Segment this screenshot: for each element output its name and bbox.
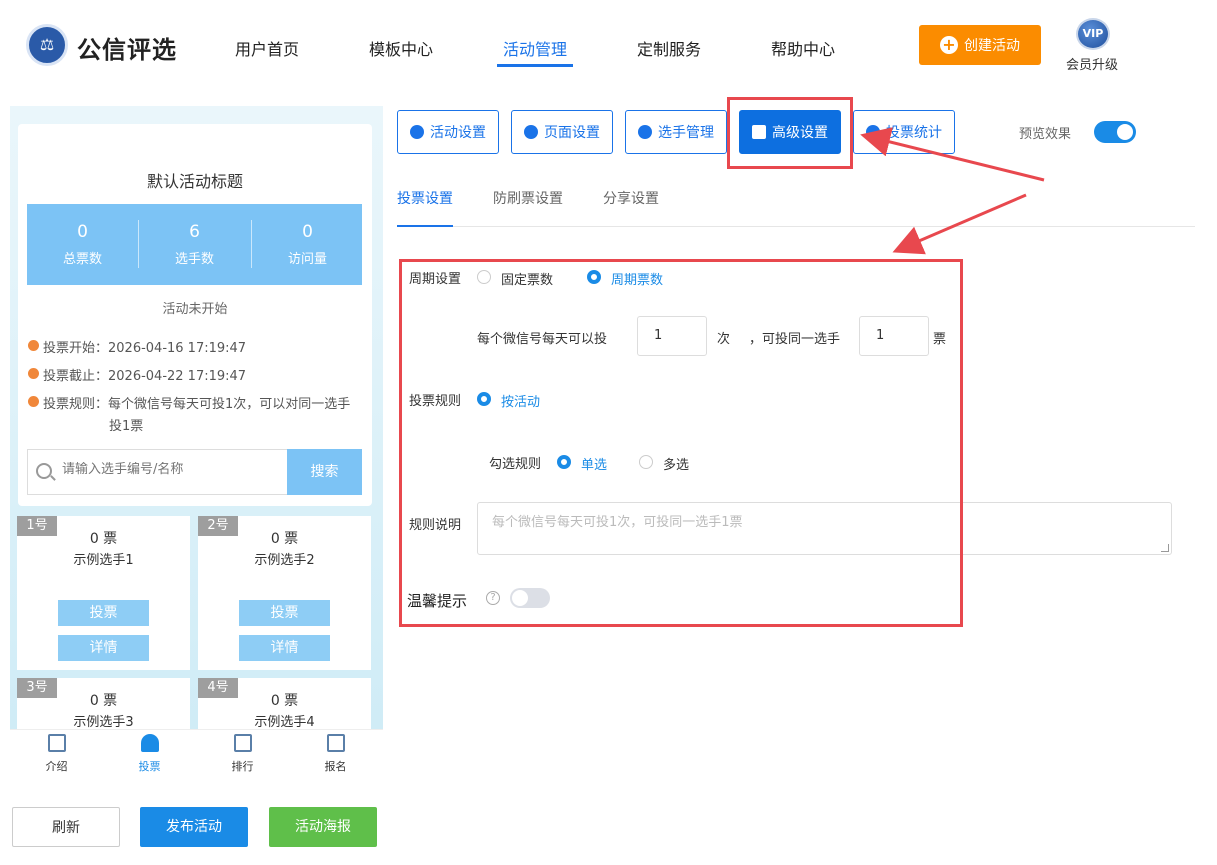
bottom-nav-signup[interactable]: 报名 (289, 734, 382, 774)
detail-button[interactable]: 详情 (58, 635, 149, 661)
bar-chart-icon (866, 125, 880, 139)
tab-vote-statistics[interactable]: 投票统计 (853, 110, 955, 154)
top-header: ⚖ 公信评选 用户首页 模板中心 活动管理 定制服务 帮助中心 + 创建活动 V… (0, 0, 1217, 92)
activity-poster-button[interactable]: 活动海报 (269, 807, 377, 847)
vote-rule-text: 投票规则：每个微信号每天可投1次，可以对同一选手 (28, 393, 350, 412)
player-name: 示例选手4 (254, 715, 315, 730)
nav-templates[interactable]: 模板中心 (369, 36, 433, 60)
plus-circle-icon: + (940, 36, 958, 54)
nav-help-center[interactable]: 帮助中心 (771, 36, 835, 60)
subtab-divider (397, 226, 1195, 227)
player-name: 示例选手1 (73, 553, 134, 568)
mobile-preview: 默认活动标题 0 总票数 6 选手数 0 访问量 活动未开始 投票开始：2026-04… (10, 106, 383, 786)
stat-player-count: 6 选手数 (174, 222, 214, 267)
subtab-vote-settings[interactable]: 投票设置 (397, 188, 453, 208)
refresh-button[interactable]: 刷新 (12, 807, 120, 847)
vip-badge-icon[interactable]: VIP (1076, 18, 1110, 50)
users-icon (638, 125, 652, 139)
annotation-arrow-to-form (892, 193, 1027, 255)
create-activity-button[interactable]: + 创建活动 (919, 25, 1041, 65)
player-votes: 0 票 (89, 693, 118, 709)
search-icon (36, 463, 52, 479)
player-search-input[interactable] (62, 462, 282, 477)
player-card-1: 1号 0 票 示例选手1 投票 详情 (17, 516, 190, 670)
player-votes: 0 票 (270, 693, 299, 709)
info-icon (28, 396, 39, 407)
player-search-box[interactable] (27, 449, 287, 495)
nav-home[interactable]: 用户首页 (235, 36, 299, 60)
id-card-icon (326, 734, 345, 752)
clock-icon (28, 340, 39, 351)
subtab-share-settings[interactable]: 分享设置 (603, 188, 659, 208)
preview-bottom-nav: 介绍 投票 排行 报名 (10, 729, 383, 787)
stats-bar: 0 总票数 6 选手数 0 访问量 (27, 204, 362, 285)
preview-effect-label: 预览效果 (1019, 127, 1072, 142)
tab-player-management[interactable]: 选手管理 (625, 110, 727, 154)
tab-page-settings[interactable]: 页面设置 (511, 110, 613, 154)
vote-start-time: 投票开始：2026-04-16 17:19:47 (28, 337, 246, 356)
search-button[interactable]: 搜索 (287, 449, 362, 495)
vote-button[interactable]: 投票 (239, 600, 330, 626)
vote-rule-text-line2: 投1票 (109, 419, 144, 434)
resize-grip-icon[interactable] (1161, 544, 1169, 552)
publish-activity-button[interactable]: 发布活动 (140, 807, 248, 847)
player-votes: 0 票 (89, 531, 118, 547)
subtab-active-underline (397, 225, 453, 227)
document-icon (47, 734, 66, 752)
create-activity-label: 创建活动 (964, 38, 1020, 54)
player-votes: 0 票 (270, 531, 299, 547)
activity-status: 活动未开始 (162, 302, 228, 317)
vip-upgrade-link[interactable]: 会员升级 (1066, 54, 1118, 73)
bottom-nav-vote[interactable]: 投票 (103, 734, 196, 774)
brand-name: 公信评选 (77, 36, 177, 64)
tab-activity-settings[interactable]: 活动设置 (397, 110, 499, 154)
user-icon (140, 734, 159, 752)
nav-activity-management[interactable]: 活动管理 (503, 36, 567, 60)
star-icon (410, 125, 424, 139)
nav-active-underline (497, 64, 573, 67)
activity-title: 默认活动标题 (146, 172, 243, 191)
vote-button[interactable]: 投票 (58, 600, 149, 626)
player-card-2: 2号 0 票 示例选手2 投票 详情 (198, 516, 371, 670)
ranking-icon (233, 734, 252, 752)
bottom-nav-ranking[interactable]: 排行 (196, 734, 289, 774)
annotation-highlight-tab (727, 97, 853, 169)
bottom-nav-intro[interactable]: 介绍 (10, 734, 103, 774)
flower-icon (524, 125, 538, 139)
player-name: 示例选手3 (73, 715, 134, 730)
nav-custom-service[interactable]: 定制服务 (637, 36, 701, 60)
preview-effect-toggle[interactable] (1094, 121, 1136, 143)
subtab-anti-fraud[interactable]: 防刷票设置 (493, 188, 563, 208)
logo-icon: ⚖ (26, 24, 68, 66)
detail-button[interactable]: 详情 (239, 635, 330, 661)
clock-icon (28, 368, 39, 379)
annotation-highlight-form (399, 259, 963, 627)
activity-info-card: 默认活动标题 0 总票数 6 选手数 0 访问量 活动未开始 投票开始：2026-04… (18, 124, 372, 506)
stat-total-votes: 0 总票数 (62, 222, 102, 267)
stat-visits: 0 访问量 (287, 222, 327, 267)
vote-end-time: 投票截止：2026-04-22 17:19:47 (28, 365, 246, 384)
player-name: 示例选手2 (254, 553, 315, 568)
